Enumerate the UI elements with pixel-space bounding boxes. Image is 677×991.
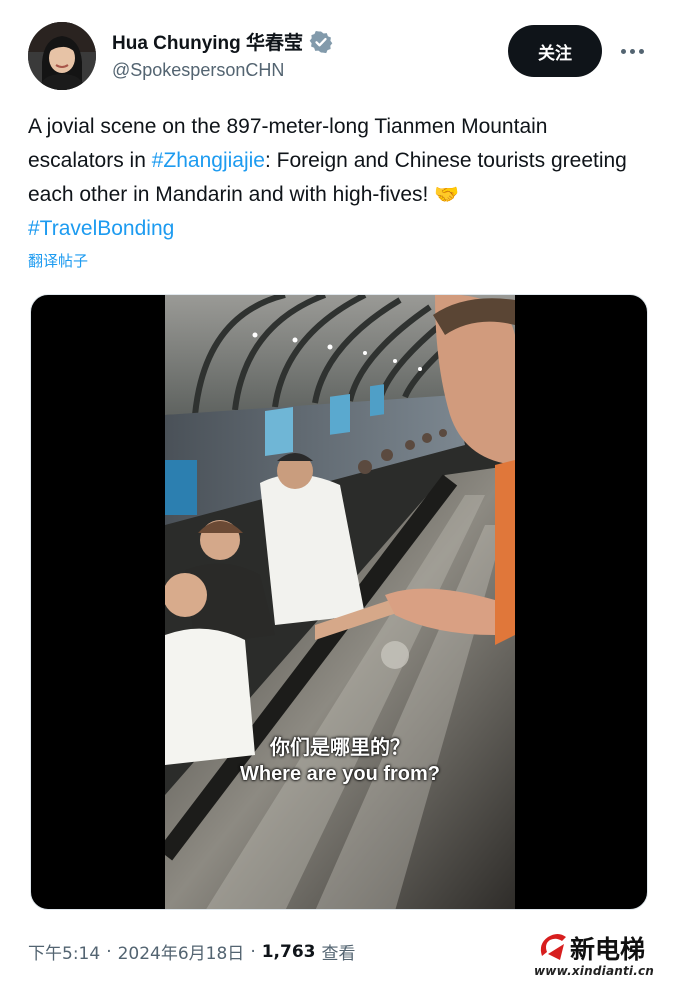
follow-button[interactable]: 关注 [508, 25, 602, 77]
view-count: 1,763 [261, 941, 316, 962]
meta-separator: · [250, 941, 256, 962]
tweet-text: A jovial scene on the 897-meter-long Tia… [28, 110, 638, 246]
avatar-photo [28, 22, 96, 90]
avatar[interactable] [28, 22, 96, 90]
more-horizontal-icon-dot [629, 48, 635, 54]
video-subtitle-english: Where are you from? [239, 763, 441, 785]
hashtag-travelbonding-link[interactable]: #TravelBonding [28, 217, 174, 240]
watermark-title: 新电梯 [570, 935, 646, 964]
video-frame: 你们是哪里的？ Where are you from? [165, 295, 515, 909]
verified-badge-icon [309, 30, 333, 54]
hashtag-zhangjiajie-link[interactable]: #Zhangjiajie [152, 149, 265, 172]
more-options-button[interactable] [612, 36, 652, 66]
translate-post-link[interactable]: 翻译帖子 [28, 250, 88, 271]
video-player[interactable]: 你们是哪里的？ Where are you from? [30, 294, 648, 910]
tweet-meta: 下午5:14 · 2024年6月18日 · 1,763 查看 [28, 939, 356, 965]
author-name-row[interactable]: Hua Chunying 华春莹 [112, 28, 333, 55]
more-horizontal-icon [620, 48, 626, 54]
tweet-date[interactable]: 2024年6月18日 [118, 939, 245, 964]
meta-separator: · [106, 941, 112, 962]
video-subtitle-chinese: 你们是哪里的？ [270, 735, 410, 759]
watermark-url: www.xindianti.cn [534, 964, 655, 978]
views-label: 查看 [321, 944, 356, 964]
xindianti-logo-icon [540, 934, 566, 960]
author-handle[interactable]: @SpokespersonCHN [112, 60, 284, 81]
tweet-time[interactable]: 下午5:14 [28, 939, 100, 964]
escalator-scene-image [165, 295, 515, 909]
handshake-emoji-icon: 🤝 [434, 184, 460, 206]
watermark: 新电梯 www.xindianti.cn [530, 928, 670, 984]
more-horizontal-icon-dot [638, 48, 644, 54]
author-display-name[interactable]: Hua Chunying 华春莹 [112, 28, 303, 55]
